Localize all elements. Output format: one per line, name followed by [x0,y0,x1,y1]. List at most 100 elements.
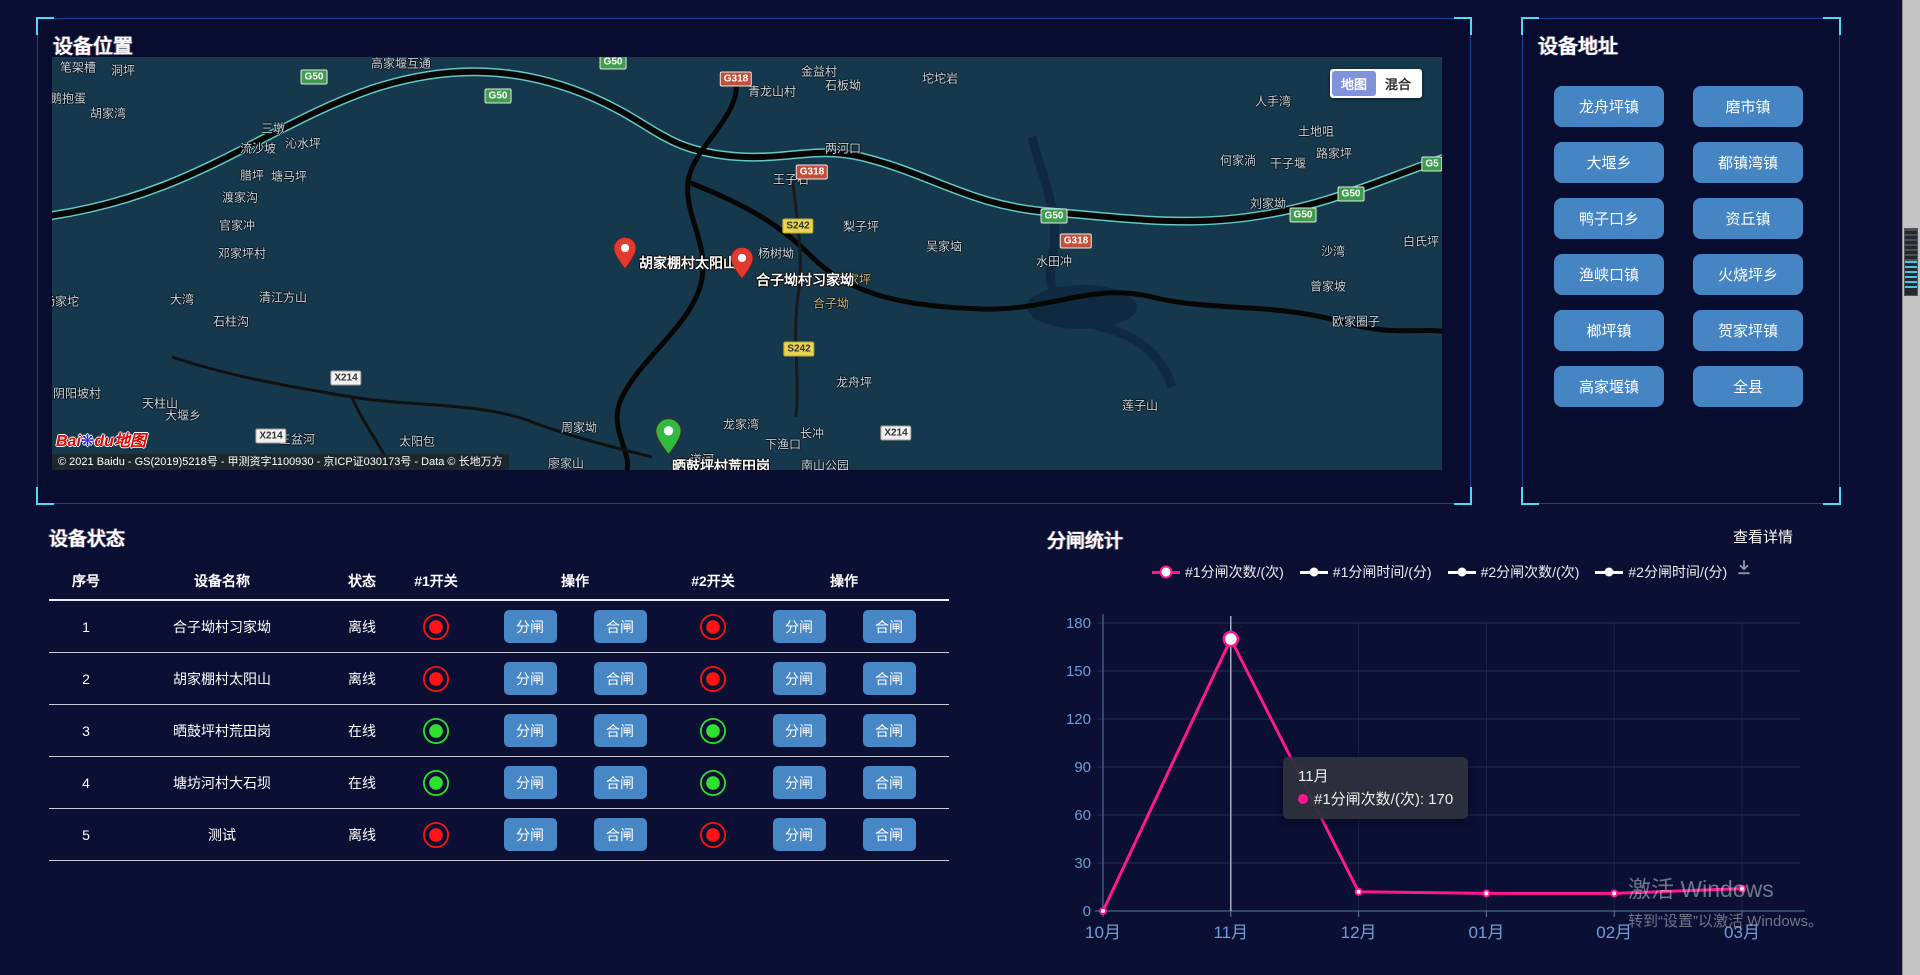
map-label: 长冲 [800,425,824,442]
address-button[interactable]: 渔峡口镇 [1554,254,1664,295]
switch1-open-button[interactable]: 分闸 [504,714,557,747]
device-index: 3 [82,723,90,739]
device-status-text: 离线 [348,825,376,845]
road-shield: X214 [880,426,911,441]
map-label: 沁水坪 [285,135,321,152]
legend-item[interactable]: #1分闸时间/(分) [1300,562,1432,582]
legend-marker-icon [1448,571,1476,574]
corner-decoration [1454,487,1472,505]
map-type-hybrid-button[interactable]: 混合 [1376,71,1420,96]
switch1-close-button[interactable]: 合闸 [594,610,647,643]
map-label: 水田冲 [1036,253,1072,270]
switch2-close-button[interactable]: 合闸 [863,662,916,695]
device-pin-icon[interactable] [731,247,753,284]
status-column-header: 操作 [561,571,589,591]
switch2-close-button[interactable]: 合闸 [863,766,916,799]
device-status-text: 离线 [348,617,376,637]
map-type-map-button[interactable]: 地图 [1332,71,1376,96]
road-shield: X214 [255,429,286,444]
switch2-open-button[interactable]: 分闸 [773,662,826,695]
switch1-indicator [423,822,449,848]
svg-text:02月: 02月 [1596,923,1632,942]
corner-decoration [1823,17,1841,35]
device-pin-icon[interactable] [614,237,636,274]
switch1-open-button[interactable]: 分闸 [504,662,557,695]
corner-decoration [1823,487,1841,505]
device-name: 塘坊河村大石坝 [173,773,271,793]
address-button[interactable]: 全县 [1693,366,1803,407]
address-button[interactable]: 高家堰镇 [1554,366,1664,407]
legend-item[interactable]: #1分闸次数/(次) [1152,562,1284,582]
switch1-open-button[interactable]: 分闸 [504,818,557,851]
svg-text:90: 90 [1074,759,1091,776]
switch2-close-button[interactable]: 合闸 [863,610,916,643]
address-button[interactable]: 榔坪镇 [1554,310,1664,351]
device-pin-label: 胡家棚村太阳山 [639,253,737,273]
corner-decoration [36,487,54,505]
device-location-panel: 设备位置 笔架槽洞坪天鹅抱蛋胡家湾高家堰互通青龙山村金益村石板坳坨坨岩三墩流沙坡… [37,18,1471,504]
baidu-map[interactable]: 笔架槽洞坪天鹅抱蛋胡家湾高家堰互通青龙山村金益村石板坳坨坨岩三墩流沙坡沁水坪腊坪… [52,57,1442,470]
device-status-section: 设备状态 序号设备名称状态#1开关操作#2开关操作 1合子坳村习家坳离线分闸合闸… [49,524,949,861]
page-scrollbar-thumb[interactable] [1904,228,1918,296]
address-button[interactable]: 火烧坪乡 [1693,254,1803,295]
switch1-indicator [423,614,449,640]
map-label: 青龙山村 [748,83,796,100]
legend-label: #1分闸时间/(分) [1333,562,1432,582]
map-label: 欧家圈子 [1332,313,1380,330]
watermark-line2: 转到“设置”以激活 Windows。 [1628,910,1823,931]
switch1-open-button[interactable]: 分闸 [504,766,557,799]
legend-label: #2分闸时间/(分) [1628,562,1727,582]
map-label: 人手湾 [1255,93,1291,110]
switch2-open-button[interactable]: 分闸 [773,714,826,747]
switch2-close-button[interactable]: 合闸 [863,818,916,851]
watermark-line1: 激活 Windows [1628,870,1823,904]
map-label: 坨坨岩 [922,70,958,87]
device-pin-icon[interactable] [656,418,681,460]
address-button[interactable]: 大堰乡 [1554,142,1664,183]
switch1-close-button[interactable]: 合闸 [594,714,647,747]
address-button[interactable]: 都镇湾镇 [1693,142,1803,183]
switch2-open-button[interactable]: 分闸 [773,766,826,799]
switch2-close-button[interactable]: 合闸 [863,714,916,747]
road-shield: G50 [1290,208,1317,223]
address-button[interactable]: 资丘镇 [1693,198,1803,239]
map-label: 沙湾 [1321,243,1345,260]
corner-decoration [1521,17,1539,35]
road-shield: G50 [301,70,328,85]
legend-item[interactable]: #2分闸时间/(分) [1595,562,1727,582]
map-label: 南山公园 [801,457,849,471]
legend-marker-icon [1152,571,1180,574]
page-scrollbar-track[interactable] [1902,0,1920,975]
switch2-open-button[interactable]: 分闸 [773,610,826,643]
status-table-row: 1合子坳村习家坳离线分闸合闸分闸合闸 [49,601,949,653]
corner-decoration [1454,17,1472,35]
switch1-open-button[interactable]: 分闸 [504,610,557,643]
map-label: 梨子坪 [843,218,879,235]
device-name: 测试 [208,825,236,845]
switch1-close-button[interactable]: 合闸 [594,662,647,695]
map-label: 路家坪 [1316,145,1352,162]
address-button[interactable]: 鸭子口乡 [1554,198,1664,239]
switch1-close-button[interactable]: 合闸 [594,818,647,851]
map-label: 笔架槽 [60,59,96,76]
view-details-link[interactable]: 查看详情 [1733,526,1793,547]
device-status-text: 在线 [348,773,376,793]
map-type-toggle[interactable]: 地图 混合 [1330,69,1422,98]
status-table-row: 3晒鼓坪村荒田岗在线分闸合闸分闸合闸 [49,705,949,757]
legend-item[interactable]: #2分闸次数/(次) [1448,562,1580,582]
address-button[interactable]: 龙舟坪镇 [1554,86,1664,127]
map-label: 下渔口 [765,436,801,453]
status-column-header: 序号 [72,571,100,591]
status-table-row: 2胡家棚村太阳山离线分闸合闸分闸合闸 [49,653,949,705]
switch1-indicator [423,718,449,744]
switch1-close-button[interactable]: 合闸 [594,766,647,799]
status-column-header: #1开关 [414,571,458,591]
map-label: 刘家坳 [1250,195,1286,212]
switch2-indicator [700,822,726,848]
address-button[interactable]: 磨市镇 [1693,86,1803,127]
download-icon[interactable] [1735,558,1753,576]
switch2-open-button[interactable]: 分闸 [773,818,826,851]
map-label: 胡家湾 [90,105,126,122]
address-button[interactable]: 贺家坪镇 [1693,310,1803,351]
device-pin-label: 合子坳村习家坳 [756,270,854,290]
